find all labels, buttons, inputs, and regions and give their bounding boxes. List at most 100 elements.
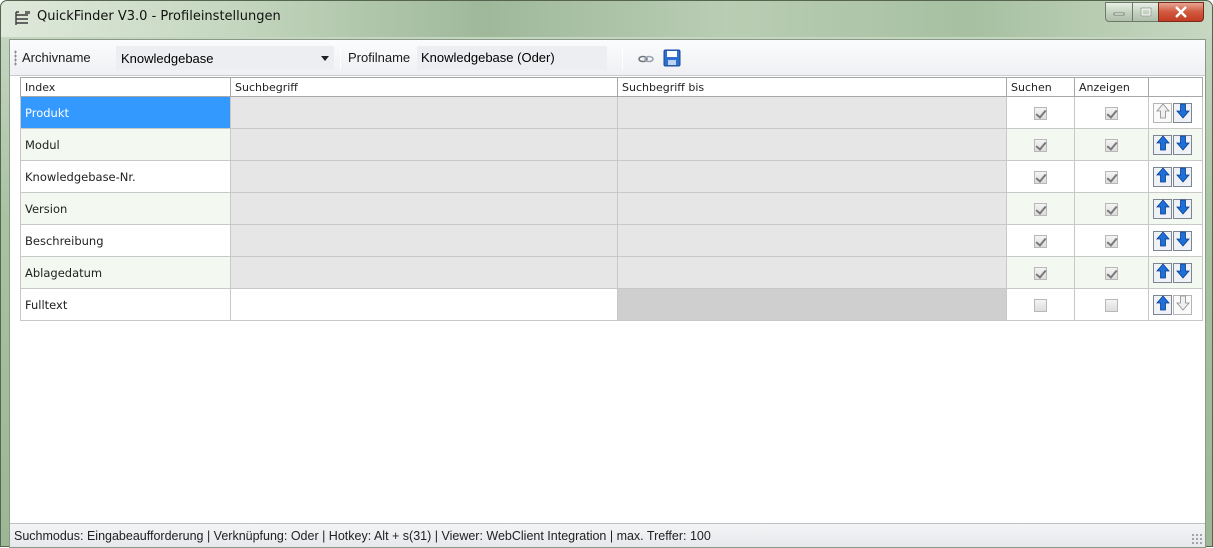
move-up-button[interactable] <box>1153 134 1172 155</box>
arrow-down-icon <box>1175 199 1190 218</box>
suchen-checkbox[interactable] <box>1034 234 1047 248</box>
index-cell[interactable]: Knowledgebase-Nr. <box>20 160 231 193</box>
move-down-button[interactable] <box>1173 294 1192 315</box>
suchen-checkbox[interactable] <box>1034 202 1047 216</box>
move-down-button[interactable] <box>1173 134 1192 155</box>
anzeigen-cell <box>1074 128 1149 161</box>
table-row[interactable]: Beschreibung <box>20 224 1203 257</box>
move-up-button[interactable] <box>1153 102 1172 123</box>
column-header-suchbegriff[interactable]: Suchbegriff <box>230 77 618 97</box>
suchen-checkbox[interactable] <box>1034 298 1047 312</box>
move-up-button[interactable] <box>1153 166 1172 187</box>
suchbegriff-bis-cell[interactable] <box>617 224 1007 257</box>
table-row[interactable]: Knowledgebase-Nr. <box>20 160 1203 193</box>
arrow-up-icon <box>1155 167 1170 186</box>
close-button[interactable] <box>1158 2 1204 22</box>
suchen-checkbox[interactable] <box>1034 106 1047 120</box>
anzeigen-checkbox[interactable] <box>1105 298 1118 312</box>
table-row[interactable]: Ablagedatum <box>20 256 1203 289</box>
suchbegriff-cell[interactable] <box>230 96 618 129</box>
suchbegriff-bis-cell[interactable] <box>617 288 1007 321</box>
suchen-checkbox[interactable] <box>1034 266 1047 280</box>
suchbegriff-bis-cell[interactable] <box>617 192 1007 225</box>
table-row[interactable]: Fulltext <box>20 288 1203 321</box>
move-down-button[interactable] <box>1173 230 1192 251</box>
suchbegriff-cell[interactable] <box>230 288 618 321</box>
profilname-value: Knowledgebase (Oder) <box>421 50 555 65</box>
close-icon <box>1175 6 1187 18</box>
save-button[interactable] <box>662 49 682 67</box>
suchbegriff-bis-cell[interactable] <box>617 256 1007 289</box>
anzeigen-checkbox[interactable] <box>1105 138 1118 152</box>
suchen-checkbox[interactable] <box>1034 170 1047 184</box>
link-button[interactable] <box>636 49 656 67</box>
toolbar-separator <box>622 47 623 69</box>
column-header-suchbegriff-bis[interactable]: Suchbegriff bis <box>617 77 1007 97</box>
title-bar[interactable]: QuickFinder V3.0 - Profileinstellungen <box>1 1 1212 37</box>
profile-grid: Index Suchbegriff Suchbegriff bis Suchen… <box>20 77 1203 321</box>
suchbegriff-bis-cell[interactable] <box>617 96 1007 129</box>
suchbegriff-cell[interactable] <box>230 160 618 193</box>
anzeigen-cell <box>1074 288 1149 321</box>
move-up-button[interactable] <box>1153 262 1172 283</box>
move-down-button[interactable] <box>1173 262 1192 283</box>
anzeigen-cell <box>1074 192 1149 225</box>
move-up-button[interactable] <box>1153 294 1172 315</box>
anzeigen-checkbox[interactable] <box>1105 202 1118 216</box>
anzeigen-checkbox[interactable] <box>1105 234 1118 248</box>
archivname-value: Knowledgebase <box>121 51 214 66</box>
suchbegriff-cell[interactable] <box>230 192 618 225</box>
index-cell[interactable]: Ablagedatum <box>20 256 231 289</box>
move-down-button[interactable] <box>1173 102 1192 123</box>
toolbar-grip[interactable] <box>14 50 17 66</box>
move-down-button[interactable] <box>1173 198 1192 219</box>
resize-grip[interactable] <box>1191 533 1203 545</box>
maximize-icon <box>1140 7 1151 17</box>
move-down-button[interactable] <box>1173 166 1192 187</box>
minimize-button[interactable] <box>1105 2 1133 22</box>
index-cell[interactable]: Produkt <box>20 96 231 129</box>
suchen-cell <box>1006 160 1075 193</box>
grid-header-row: Index Suchbegriff Suchbegriff bis Suchen… <box>20 77 1203 97</box>
toolbar: Archivname Knowledgebase Profilname Know… <box>10 40 1205 76</box>
table-row[interactable]: Produkt <box>20 96 1203 129</box>
arrow-up-icon <box>1155 231 1170 250</box>
anzeigen-checkbox[interactable] <box>1105 106 1118 120</box>
suchen-checkbox[interactable] <box>1034 138 1047 152</box>
index-cell[interactable]: Modul <box>20 128 231 161</box>
suchbegriff-bis-cell[interactable] <box>617 160 1007 193</box>
save-icon <box>663 49 681 67</box>
profilname-label: Profilname <box>348 50 411 65</box>
order-cell <box>1148 288 1203 321</box>
suchbegriff-bis-cell[interactable] <box>617 128 1007 161</box>
column-header-suchen[interactable]: Suchen <box>1006 77 1075 97</box>
anzeigen-checkbox[interactable] <box>1105 170 1118 184</box>
maximize-button[interactable] <box>1132 2 1159 22</box>
arrow-down-icon <box>1175 167 1190 186</box>
table-row[interactable]: Modul <box>20 128 1203 161</box>
window-title: QuickFinder V3.0 - Profileinstellungen <box>37 9 281 24</box>
suchbegriff-cell[interactable] <box>230 256 618 289</box>
order-cell <box>1148 224 1203 257</box>
move-up-button[interactable] <box>1153 230 1172 251</box>
arrow-up-icon <box>1155 103 1170 122</box>
column-header-index[interactable]: Index <box>20 77 231 97</box>
main-window: QuickFinder V3.0 - Profileinstellungen A… <box>0 0 1213 548</box>
chevron-down-icon[interactable] <box>321 56 329 61</box>
column-header-anzeigen[interactable]: Anzeigen <box>1074 77 1149 97</box>
suchen-cell <box>1006 192 1075 225</box>
archivname-combobox[interactable]: Knowledgebase <box>116 46 334 70</box>
order-cell <box>1148 96 1203 129</box>
index-cell[interactable]: Version <box>20 192 231 225</box>
minimize-icon <box>1113 12 1125 16</box>
table-row[interactable]: Version <box>20 192 1203 225</box>
index-cell[interactable]: Beschreibung <box>20 224 231 257</box>
suchbegriff-cell[interactable] <box>230 224 618 257</box>
arrow-down-icon <box>1175 231 1190 250</box>
suchbegriff-cell[interactable] <box>230 128 618 161</box>
order-cell <box>1148 192 1203 225</box>
index-cell[interactable]: Fulltext <box>20 288 231 321</box>
move-up-button[interactable] <box>1153 198 1172 219</box>
anzeigen-checkbox[interactable] <box>1105 266 1118 280</box>
profilname-field[interactable]: Knowledgebase (Oder) <box>417 46 607 70</box>
